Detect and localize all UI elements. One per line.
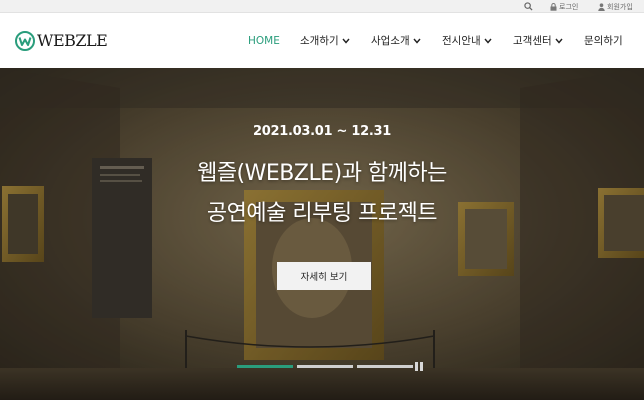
chevron-down-icon: [555, 38, 563, 44]
nav-item-label: 소개하기: [300, 35, 339, 47]
main-nav: HOME 소개하기 사업소개 전시안내 고객센터 문의하기: [0, 13, 644, 68]
nav-item-home[interactable]: HOME: [248, 13, 280, 68]
nav-item-contact[interactable]: 문의하기: [584, 13, 623, 68]
nav-item-label: HOME: [248, 34, 280, 47]
login-label: 로그인: [559, 2, 579, 11]
nav-item-support[interactable]: 고객센터: [513, 13, 563, 68]
nav-item-label: 전시안내: [442, 35, 481, 47]
slide-indicator-2[interactable]: [297, 365, 353, 368]
nav-item-business[interactable]: 사업소개: [371, 13, 421, 68]
join-label: 회원가입: [607, 2, 633, 11]
site-header: WEBZLE HOME 소개하기 사업소개 전시안내 고객센터 문의하기: [0, 13, 644, 68]
login-link[interactable]: 로그인: [550, 1, 578, 12]
search-icon[interactable]: [524, 2, 533, 11]
nav-item-label: 문의하기: [584, 35, 623, 47]
nav-item-exhibition[interactable]: 전시안내: [442, 13, 492, 68]
join-link[interactable]: 회원가입: [598, 1, 633, 12]
hero-date: 2021.03.01 ~ 12.31: [253, 124, 391, 139]
chevron-down-icon: [484, 38, 492, 44]
nav-item-label: 고객센터: [513, 35, 552, 47]
hero-title-line2: 공연예술 리부팅 프로젝트: [206, 201, 438, 226]
pause-icon[interactable]: [415, 362, 423, 371]
chevron-down-icon: [342, 38, 350, 44]
nav-item-label: 사업소개: [371, 35, 410, 47]
slide-indicator-3[interactable]: [357, 365, 413, 368]
hero-title-line1: 웹즐(WEBZLE)과 함께하는: [197, 161, 447, 186]
hero-slider: 2021.03.01 ~ 12.31 웹즐(WEBZLE)과 함께하는 공연예술…: [0, 68, 644, 400]
user-icon: [598, 2, 605, 11]
view-details-button[interactable]: 자세히 보기: [277, 262, 371, 290]
nav-item-about[interactable]: 소개하기: [300, 13, 350, 68]
top-utility-bar: 로그인 회원가입: [0, 0, 644, 13]
lock-icon: [550, 2, 557, 11]
slide-indicator-1[interactable]: [237, 365, 293, 368]
chevron-down-icon: [413, 38, 421, 44]
gallery-background-image: [0, 68, 644, 400]
